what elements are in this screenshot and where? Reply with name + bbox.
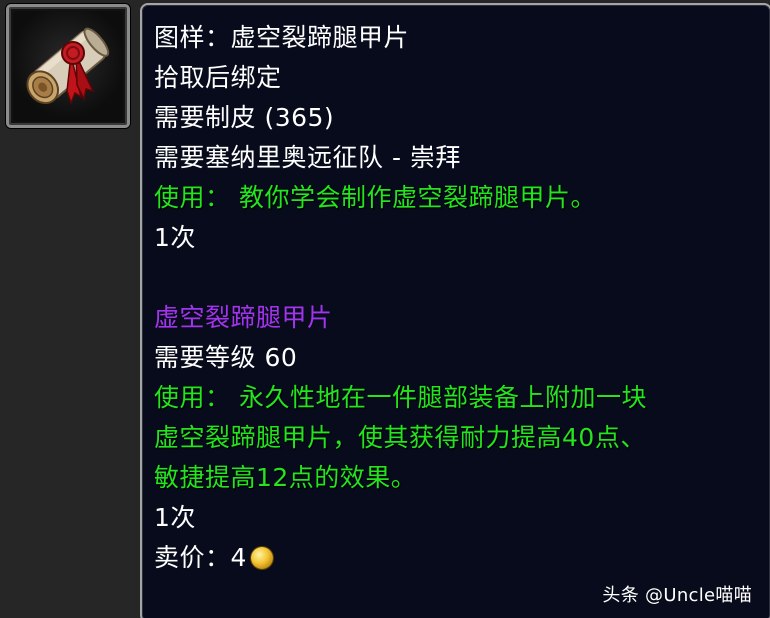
created-item-use-line: 使用： 永久性地在一件腿部装备上附加一块 [154,383,647,412]
bind-type: 拾取后绑定 [154,63,282,92]
watermark: 头条 @Uncle喵喵 [602,585,752,606]
required-level: 需要等级 60 [154,343,298,372]
sell-price-value: 4 [230,543,247,572]
recipe-scroll-icon [13,11,123,121]
created-item-use-line: 虚空裂蹄腿甲片，使其获得耐力提高40点、 [154,423,646,452]
item-icon-slot[interactable] [6,4,130,128]
created-item-name[interactable]: 虚空裂蹄腿甲片 [154,301,333,335]
sell-price-label: 卖价： [154,543,231,572]
gold-coin-icon [250,547,273,569]
required-reputation: 需要塞纳里奥远征队 - 崇拜 [154,143,461,172]
game-screen: 图样：虚空裂蹄腿甲片 拾取后绑定 需要制皮 (365) 需要塞纳里奥远征队 - … [0,0,770,618]
created-item-use-line: 敏捷提高12点的效果。 [154,463,417,492]
required-skill: 需要制皮 (365) [154,103,335,132]
item-title: 图样：虚空裂蹄腿甲片 [154,23,410,52]
created-item-charges: 1次 [154,503,196,532]
charges: 1次 [154,223,196,252]
use-effect: 使用： 教你学会制作虚空裂蹄腿甲片。 [154,183,596,212]
sell-price: 卖价：4 [154,541,273,575]
item-tooltip: 图样：虚空裂蹄腿甲片 拾取后绑定 需要制皮 (365) 需要塞纳里奥远征队 - … [140,3,770,618]
